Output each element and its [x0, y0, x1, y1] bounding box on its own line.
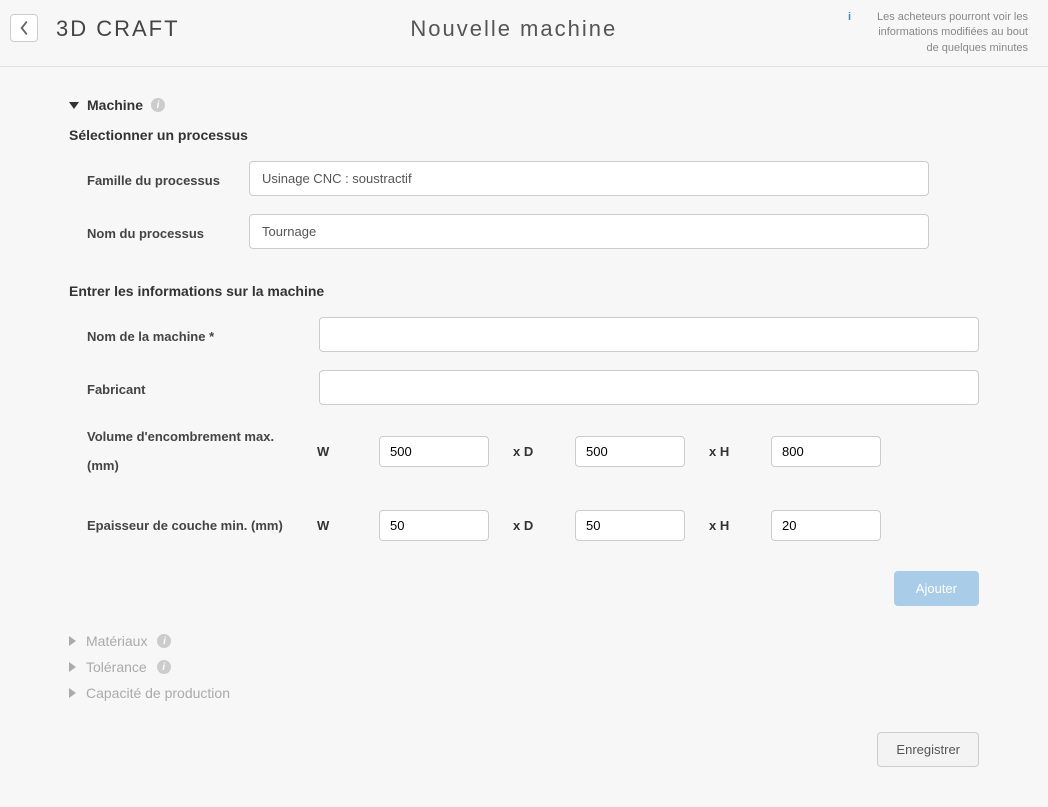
process-name-select[interactable]: Tournage: [249, 214, 929, 249]
section-machine-label: Machine: [87, 97, 143, 113]
machine-name-input[interactable]: [319, 317, 979, 352]
dim-w-label: W: [317, 444, 355, 459]
select-process-heading: Sélectionner un processus: [69, 127, 979, 143]
dim-h-label: x H: [709, 444, 747, 459]
caret-right-icon: [69, 662, 76, 672]
machine-name-label: Nom de la machine *: [87, 317, 307, 350]
layer-h-input[interactable]: [771, 510, 881, 541]
dim-w-label: W: [317, 518, 355, 533]
volume-h-input[interactable]: [771, 436, 881, 467]
machine-info-heading: Entrer les informations sur la machine: [69, 283, 979, 299]
layer-label: Epaisseur de couche min. (mm): [87, 512, 317, 541]
layer-d-input[interactable]: [575, 510, 685, 541]
caret-down-icon: [69, 102, 79, 109]
header-notice: i Les acheteurs pourront voir les inform…: [848, 10, 1028, 56]
info-icon: i: [157, 660, 171, 674]
brand-title: 3D CRAFT: [56, 16, 180, 42]
dim-h-label: x H: [709, 518, 747, 533]
manufacturer-input[interactable]: [319, 370, 979, 405]
info-icon: i: [848, 10, 851, 25]
dim-d-label: x D: [513, 444, 551, 459]
process-family-select[interactable]: Usinage CNC : soustractif: [249, 161, 929, 196]
section-tolerance[interactable]: Tolérance i: [69, 654, 979, 680]
process-family-label: Famille du processus: [87, 161, 237, 194]
info-icon: i: [157, 634, 171, 648]
volume-d-input[interactable]: [575, 436, 685, 467]
volume-label: Volume d'encombrement max. (mm): [87, 423, 317, 480]
section-materiaux[interactable]: Matériaux i: [69, 628, 979, 654]
notice-text: Les acheteurs pourront voir les informat…: [877, 11, 1028, 54]
back-button[interactable]: [10, 14, 38, 42]
section-tolerance-label: Tolérance: [86, 659, 147, 675]
section-materiaux-label: Matériaux: [86, 633, 147, 649]
dim-d-label: x D: [513, 518, 551, 533]
caret-right-icon: [69, 636, 76, 646]
info-icon: i: [151, 98, 165, 112]
chevron-left-icon: [19, 21, 29, 35]
manufacturer-label: Fabricant: [87, 370, 307, 403]
volume-w-input[interactable]: [379, 436, 489, 467]
process-name-label: Nom du processus: [87, 214, 237, 247]
section-capacite[interactable]: Capacité de production: [69, 680, 979, 706]
section-machine[interactable]: Machine i: [69, 97, 979, 113]
caret-right-icon: [69, 688, 76, 698]
save-button[interactable]: Enregistrer: [877, 732, 979, 767]
add-button[interactable]: Ajouter: [894, 571, 979, 606]
layer-w-input[interactable]: [379, 510, 489, 541]
page-title: Nouvelle machine: [180, 16, 848, 42]
section-capacite-label: Capacité de production: [86, 685, 230, 701]
